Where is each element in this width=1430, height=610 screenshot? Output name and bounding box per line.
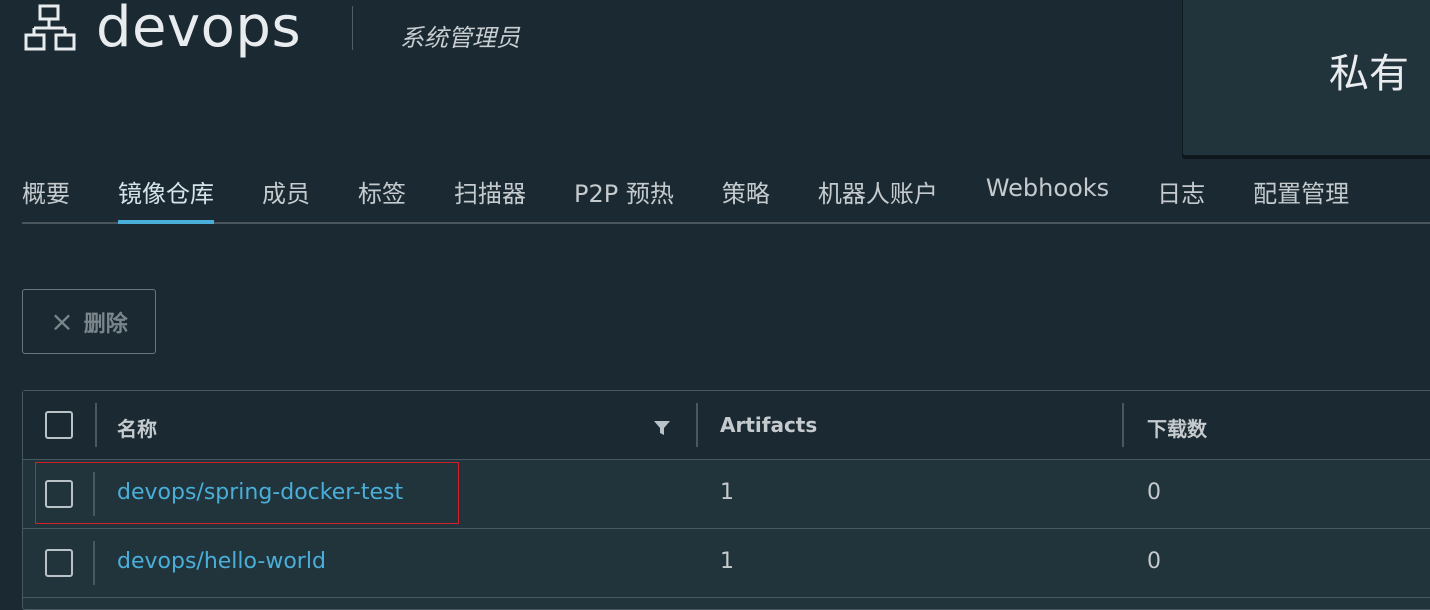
project-icon [24,4,76,51]
close-icon: × [50,305,74,338]
user-role: 系统管理员 [400,24,520,52]
repository-link[interactable]: devops/hello-world [117,549,326,574]
column-divider [93,472,95,516]
tab-scanner[interactable]: 扫描器 [454,160,526,222]
project-header: devops 系统管理员 私有 [0,0,1430,156]
table-row: devops/hello-world 1 0 [23,529,1430,598]
tab-repositories[interactable]: 镜像仓库 [118,160,214,224]
artifacts-count: 1 [720,549,734,574]
column-divider[interactable] [95,403,97,447]
project-name: devops [96,0,302,60]
tab-p2p-preheat[interactable]: P2P 预热 [574,160,674,222]
column-divider[interactable] [696,403,698,447]
download-count: 0 [1147,549,1161,574]
tab-summary[interactable]: 概要 [22,160,70,222]
tab-policy[interactable]: 策略 [722,160,770,222]
row-checkbox[interactable] [45,549,73,577]
column-header-artifacts[interactable]: Artifacts [720,413,817,437]
repository-table: 名称 Artifacts 下载数 devops/spring-docker-te… [22,390,1430,610]
column-divider [93,541,95,585]
row-checkbox[interactable] [45,480,73,508]
repository-link[interactable]: devops/spring-docker-test [117,480,403,505]
table-header: 名称 Artifacts 下载数 [23,391,1430,460]
delete-button-label: 删除 [83,311,128,337]
header-divider [352,6,353,50]
tab-members[interactable]: 成员 [262,160,310,222]
access-level: 私有 [1329,51,1409,97]
filter-icon[interactable] [653,419,671,437]
tab-labels[interactable]: 标签 [358,160,406,222]
table-row: devops/spring-docker-test 1 0 [23,460,1430,529]
column-header-downloads[interactable]: 下载数 [1147,413,1207,442]
download-count: 0 [1147,480,1161,505]
artifacts-count: 1 [720,480,734,505]
tab-configuration[interactable]: 配置管理 [1253,160,1349,222]
project-tabs: 概要 镜像仓库 成员 标签 扫描器 P2P 预热 策略 机器人账户 Webhoo… [22,160,1430,224]
column-header-name[interactable]: 名称 [117,413,157,442]
tab-logs[interactable]: 日志 [1157,160,1205,222]
access-level-card: 私有 [1182,0,1430,156]
select-all-checkbox[interactable] [45,411,73,439]
tab-webhooks[interactable]: Webhooks [986,160,1109,222]
column-divider[interactable] [1122,403,1124,447]
delete-button[interactable]: × 删除 [22,289,156,354]
tab-robot-accounts[interactable]: 机器人账户 [818,160,938,222]
